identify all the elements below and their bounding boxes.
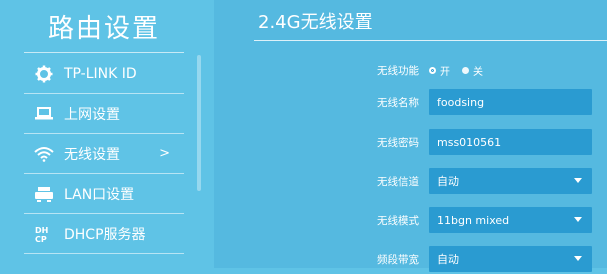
wireless-password-row: 无线密码 mss010561 (214, 127, 607, 157)
radio-unselected-icon (462, 66, 469, 74)
sidebar-item-internet[interactable]: 上网设置 (24, 94, 184, 134)
wireless-mode-row: 无线模式 11bgn mixed (214, 205, 607, 235)
wireless-password-label: 无线密码 (377, 136, 419, 149)
radio-off-label: 关 (473, 66, 483, 78)
gear-icon (24, 65, 64, 83)
sidebar-item-wireless[interactable]: 无线设置 > (24, 134, 184, 174)
chevron-down-icon (574, 256, 582, 261)
bandwidth-row: 频段带宽 自动 (214, 244, 607, 274)
wireless-function-row: 无线功能 开 关 (214, 55, 607, 85)
divider (24, 52, 184, 53)
sidebar-item-lan[interactable]: LAN口设置 (24, 174, 184, 214)
wireless-function-label: 无线功能 (377, 64, 419, 77)
main-panel: 2.4G无线设置 无线功能 开 关 无线名称 foodsing 无线密码 mss… (214, 0, 607, 272)
radio-on-label: 开 (440, 66, 450, 78)
wireless-channel-row: 无线信道 自动 (214, 166, 607, 196)
wireless-name-input[interactable]: foodsing (429, 89, 592, 115)
sidebar-item-label: 无线设置 (64, 146, 120, 163)
sidebar: 路由设置 TP-LINK ID 上网设置 无线设置 > LAN口设置 DH CP … (0, 0, 201, 268)
page-title: 2.4G无线设置 (258, 12, 373, 33)
wireless-off-radio[interactable]: 关 (462, 63, 483, 78)
wireless-mode-select[interactable]: 11bgn mixed (429, 207, 592, 233)
sidebar-title: 路由设置 (48, 14, 161, 44)
bandwidth-value: 自动 (437, 253, 459, 266)
sidebar-item-label: DHCP服务器 (64, 226, 146, 243)
dhcp-icon: DH CP (24, 224, 64, 244)
svg-text:CP: CP (35, 235, 47, 244)
laptop-icon (24, 106, 64, 121)
svg-text:DH: DH (35, 226, 48, 235)
wireless-channel-label: 无线信道 (377, 175, 419, 188)
sidebar-item-dhcp[interactable]: DH CP DHCP服务器 (24, 214, 184, 254)
wireless-name-label: 无线名称 (377, 96, 419, 109)
wireless-name-row: 无线名称 foodsing (214, 87, 607, 117)
sidebar-item-tplink-id[interactable]: TP-LINK ID (24, 54, 184, 94)
sidebar-item-label: TP-LINK ID (64, 65, 137, 82)
chevron-down-icon (574, 217, 582, 222)
router-icon (24, 186, 64, 202)
wireless-password-input[interactable]: mss010561 (429, 129, 592, 155)
wireless-mode-label: 无线模式 (377, 214, 419, 227)
bandwidth-label: 频段带宽 (377, 253, 419, 266)
sidebar-item-label: 上网设置 (64, 106, 120, 123)
wireless-channel-select[interactable]: 自动 (429, 168, 592, 194)
wireless-on-radio[interactable]: 开 (429, 63, 450, 78)
wireless-channel-value: 自动 (437, 175, 459, 188)
sidebar-scrollbar[interactable] (197, 55, 201, 191)
wifi-icon (24, 146, 64, 162)
chevron-right-icon: > (159, 146, 170, 161)
radio-selected-icon (429, 66, 436, 74)
chevron-down-icon (574, 178, 582, 183)
divider (254, 40, 607, 41)
bandwidth-select[interactable]: 自动 (429, 246, 592, 272)
wireless-mode-value: 11bgn mixed (437, 213, 510, 227)
sidebar-item-label: LAN口设置 (64, 186, 135, 203)
